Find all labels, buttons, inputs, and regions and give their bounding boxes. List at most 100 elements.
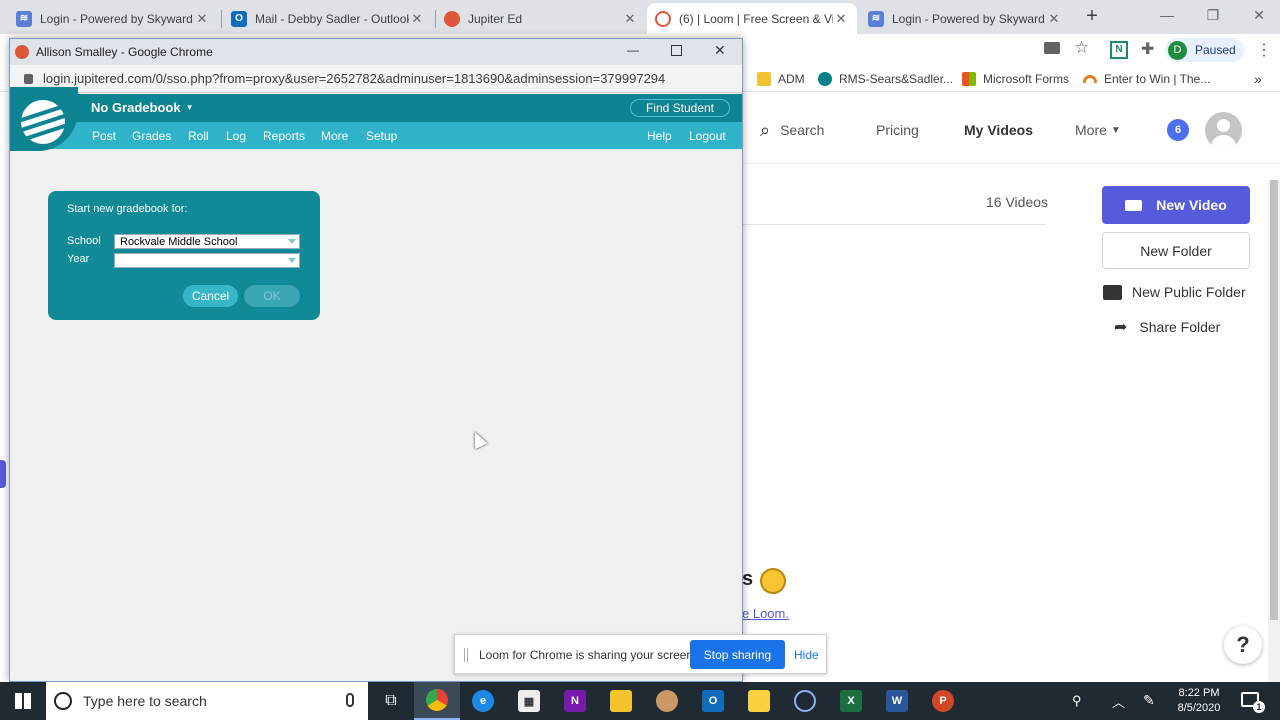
my-videos-link[interactable]: My Videos: [964, 92, 1033, 168]
profile-paused-button[interactable]: D Paused: [1165, 38, 1244, 62]
year-select[interactable]: [114, 253, 300, 268]
pen-icon[interactable]: ✎: [1143, 692, 1155, 709]
loom-side-handle[interactable]: [0, 460, 6, 488]
user-avatar[interactable]: [1205, 112, 1242, 149]
popup-url: login.jupitered.com/0/sso.php?from=proxy…: [43, 71, 666, 86]
nav-more[interactable]: More: [321, 122, 348, 149]
tab-skyward-2[interactable]: ≋ Login - Powered by Skyward ✕: [860, 3, 1070, 34]
bookmark-enter-to-win[interactable]: Enter to Win | The...: [1083, 66, 1210, 92]
nav-roll[interactable]: Roll: [188, 122, 209, 149]
close-tab-icon[interactable]: ✕: [194, 11, 210, 27]
windows-logo-icon: [15, 693, 31, 709]
more-menu[interactable]: More ▼: [1075, 92, 1121, 168]
ok-button[interactable]: OK: [244, 285, 300, 307]
nav-reports[interactable]: Reports: [263, 122, 305, 149]
extensions-puzzle-icon[interactable]: ✚: [1141, 39, 1154, 59]
share-folder-button[interactable]: ➦ Share Folder: [1114, 315, 1220, 339]
tab-loom[interactable]: (6) | Loom | Free Screen & Vide ✕: [647, 3, 857, 34]
tab-jupiter[interactable]: Jupiter Ed ✕: [436, 3, 646, 34]
extension-n-icon[interactable]: N: [1110, 41, 1128, 59]
nav-post[interactable]: Post: [92, 122, 116, 149]
taskbar-search-box[interactable]: Type here to search: [46, 682, 368, 720]
bookmark-star-icon[interactable]: ☆: [1074, 38, 1089, 58]
taskbar-onenote[interactable]: N: [552, 682, 598, 720]
tab-outlook[interactable]: O Mail - Debby Sadler - Outlook ✕: [223, 3, 433, 34]
maximize-icon[interactable]: [671, 45, 682, 56]
taskbar-word[interactable]: W: [874, 682, 920, 720]
school-select[interactable]: Rockvale Middle School: [114, 234, 300, 249]
loom-link-fragment[interactable]: e Loom.: [742, 606, 789, 621]
taskbar-outlook[interactable]: O: [690, 682, 736, 720]
close-window-icon[interactable]: ✕: [714, 42, 726, 59]
help-button[interactable]: ?: [1224, 626, 1262, 664]
video-count: 16 Videos: [986, 194, 1049, 210]
rainbow-icon: [1083, 75, 1097, 83]
taskbar-edge[interactable]: e: [460, 682, 506, 720]
sharepoint-icon: [818, 72, 832, 86]
nav-log[interactable]: Log: [226, 122, 246, 149]
year-label: Year: [67, 253, 90, 265]
taskbar-excel[interactable]: X: [828, 682, 874, 720]
taskbar-powerpoint[interactable]: P: [920, 682, 966, 720]
popup-address-bar[interactable]: login.jupitered.com/0/sso.php?from=proxy…: [10, 65, 742, 93]
list-divider: [742, 224, 1046, 225]
gradebook-menu[interactable]: No Gradebook ▼: [91, 100, 194, 115]
bookmark-adm[interactable]: ADM: [757, 66, 805, 92]
pricing-link[interactable]: Pricing: [876, 92, 919, 168]
close-tab-icon[interactable]: ✕: [622, 11, 638, 27]
new-tab-icon[interactable]: +: [1082, 5, 1102, 27]
new-folder-button[interactable]: New Folder: [1102, 232, 1250, 269]
more-bookmarks-icon[interactable]: »: [1254, 66, 1262, 92]
find-student-button[interactable]: Find Student: [630, 99, 730, 117]
start-button[interactable]: [0, 682, 46, 720]
minimize-icon[interactable]: —: [1144, 0, 1190, 30]
close-tab-icon[interactable]: ✕: [833, 11, 849, 27]
new-public-folder-label: New Public Folder: [1132, 284, 1246, 300]
notification-badge[interactable]: 6: [1167, 119, 1189, 141]
school-value: Rockvale Middle School: [120, 235, 238, 248]
menu-kebab-icon[interactable]: ⋮: [1256, 40, 1272, 60]
more-label: More: [1075, 122, 1107, 138]
hide-button[interactable]: Hide: [794, 648, 819, 662]
task-view-button[interactable]: ⧉: [368, 682, 414, 720]
microphone-icon[interactable]: [346, 693, 354, 707]
share-folder-label: Share Folder: [1139, 319, 1221, 335]
tab-title: Login - Powered by Skyward: [40, 11, 193, 26]
camera-icon[interactable]: [1044, 42, 1060, 54]
search-link[interactable]: ⌕ Search: [760, 92, 824, 168]
clock[interactable]: 8:22 PM 8/5/2020: [1168, 686, 1230, 716]
restore-icon[interactable]: ❐: [1190, 0, 1236, 30]
tab-skyward-1[interactable]: ≋ Login - Powered by Skyward ✕: [8, 3, 218, 34]
taskbar-chrome[interactable]: [414, 682, 460, 720]
nav-grades[interactable]: Grades: [132, 122, 171, 149]
mouse-cursor-icon: [468, 428, 488, 450]
excel-icon: X: [840, 690, 862, 712]
taskbar-loom[interactable]: [782, 682, 828, 720]
nav-help[interactable]: Help: [647, 122, 672, 149]
taskbar-sticky-notes[interactable]: [736, 682, 782, 720]
nav-logout[interactable]: Logout: [689, 122, 726, 149]
bookmark-rms[interactable]: RMS-Sears&Sadler...: [818, 66, 953, 92]
taskbar-explorer[interactable]: [598, 682, 644, 720]
drag-handle-icon[interactable]: [464, 648, 468, 662]
cortana-icon: [54, 692, 72, 710]
tab-divider: [221, 10, 222, 28]
show-hidden-icons[interactable]: ︿: [1112, 692, 1125, 711]
close-window-icon[interactable]: ✕: [1236, 0, 1280, 30]
scrollbar[interactable]: [1268, 180, 1280, 682]
bookmark-forms[interactable]: Microsoft Forms: [962, 66, 1069, 92]
people-icon[interactable]: ⚲: [1072, 693, 1082, 709]
taskbar-store[interactable]: ▦: [506, 682, 552, 720]
search-icon: ⌕: [760, 119, 771, 140]
notification-center-icon[interactable]: 1: [1241, 692, 1265, 713]
new-video-button[interactable]: New Video: [1102, 186, 1250, 224]
minimize-icon[interactable]: —: [627, 43, 639, 57]
stop-sharing-button[interactable]: Stop sharing: [690, 640, 785, 669]
nav-setup[interactable]: Setup: [366, 122, 397, 149]
cancel-button[interactable]: Cancel: [183, 285, 238, 307]
new-public-folder-button[interactable]: New Public Folder: [1103, 280, 1246, 304]
folder-icon: [610, 690, 632, 712]
close-tab-icon[interactable]: ✕: [409, 11, 425, 27]
taskbar-jupiter[interactable]: [644, 682, 690, 720]
close-tab-icon[interactable]: ✕: [1046, 11, 1062, 27]
